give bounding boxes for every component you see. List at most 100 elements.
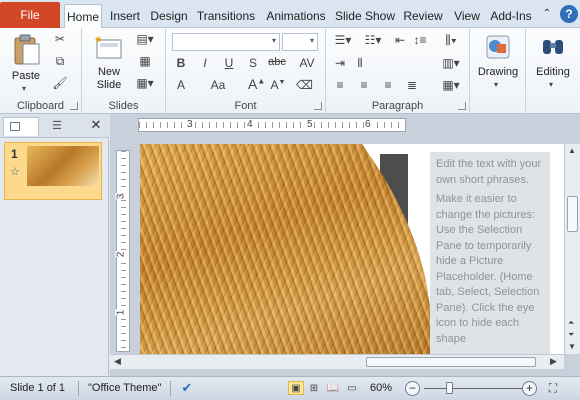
grow-font-icon[interactable]: A▲ [248,76,265,92]
clipboard-group-label: Clipboard [16,100,65,112]
tab-animations[interactable]: Animations [262,4,330,28]
paste-label: Paste [11,70,41,82]
zoom-slider-thumb[interactable] [446,382,453,394]
shadow-button[interactable]: S [246,56,260,70]
scroll-left-icon[interactable]: ◀ [114,356,121,367]
tab-file[interactable]: File [0,2,60,28]
horizontal-scrollbar[interactable]: ◀ ▶ [110,354,564,369]
vertical-scrollbar[interactable]: ▲ ⏶ ⏷ ▼ [564,144,580,354]
slide-count: Slide 1 of 1 [10,382,66,394]
previous-slide-icon[interactable]: ⏶ [568,318,574,328]
theme-name[interactable]: "Office Theme" [88,382,161,394]
status-bar: Slide 1 of 1 "Office Theme" ✔ ▣ ⊞ 📖 ▭ 60… [0,376,580,400]
reset-icon[interactable]: ▦ [134,54,156,68]
increase-indent-icon[interactable]: ⇥ [332,56,348,70]
layout-icon[interactable]: ▤▾ [134,32,156,46]
columns-icon[interactable]: ⫴ [352,56,368,71]
fit-to-window-icon[interactable]: ⛶ [545,381,561,395]
zoom-out-icon[interactable]: − [405,381,420,396]
tab-outline[interactable]: ☰ [42,117,78,136]
justify-icon[interactable]: ≣ [404,78,420,92]
decrease-indent-icon[interactable]: ⇤ [392,33,408,47]
close-icon[interactable]: ✕ [88,117,104,133]
horizontal-scroll-thumb[interactable] [366,357,536,367]
clear-formatting-icon[interactable]: ⌫ [296,78,313,92]
bullets-icon[interactable]: ☰▾ [332,33,354,47]
format-painter-icon[interactable]: 🖌 [52,76,68,90]
vertical-ruler: 3 2 1 [115,150,130,352]
font-name-dropdown[interactable]: ▾ [172,33,280,51]
dialog-launcher-icon[interactable] [314,102,322,110]
strikethrough-button[interactable]: abc [266,56,288,68]
editing-label: Editing [536,66,570,78]
change-case-button[interactable]: Aa [206,78,230,92]
paste-button[interactable]: Paste ▾ [6,32,46,93]
drawing-group[interactable]: Drawing ▾ [470,28,526,114]
reading-view-icon[interactable]: 📖 [325,381,341,395]
next-slide-icon[interactable]: ⏷ [568,330,574,340]
minimize-ribbon-icon[interactable]: ⌃ [540,8,554,22]
char-spacing-icon[interactable]: AV [296,56,318,70]
align-text-icon[interactable]: ▥▾ [440,56,462,70]
new-slide-label-1: New [97,66,120,78]
dialog-launcher-icon[interactable] [70,102,78,110]
font-group-label: Font [234,100,257,112]
chevron-down-icon: ▾ [271,36,276,45]
text-direction-icon[interactable]: ⫼▾ [440,33,462,48]
line-spacing-icon[interactable]: ↕≡ [412,33,428,47]
text-color-button[interactable]: A [174,78,188,92]
slides-group: ✷ New Slide ▤▾ ▦ ▦▾ Slides [82,28,166,114]
shrink-font-icon[interactable]: A▼ [270,78,286,92]
zoom-slider-track[interactable] [424,388,522,389]
scroll-up-icon[interactable]: ▲ [568,146,576,155]
align-center-icon[interactable]: ≡ [356,78,372,92]
font-size-dropdown[interactable]: ▾ [282,33,318,51]
dialog-launcher-icon[interactable] [458,102,466,110]
ruler-mark: 6 [365,119,371,130]
new-slide-button[interactable]: ✷ New Slide [88,32,130,94]
copy-icon[interactable]: ⧉ [52,54,68,69]
normal-view-icon[interactable]: ▣ [288,381,304,395]
editing-group[interactable]: Editing ▾ [526,28,580,114]
scroll-down-icon[interactable]: ▼ [568,342,576,351]
align-right-icon[interactable]: ≡ [380,78,396,92]
slide-thumbnail[interactable]: 1 ☆ [4,142,102,200]
tab-slides[interactable] [3,117,39,136]
tab-insert[interactable]: Insert [106,4,144,28]
clipboard-group: Paste ▾ ✂ ⧉ 🖌 Clipboard [0,28,82,114]
italic-button[interactable]: I [198,56,212,70]
drawing-label: Drawing [477,66,519,78]
zoom-level[interactable]: 60% [370,382,392,394]
slide-show-icon[interactable]: ▭ [344,381,360,395]
help-icon[interactable]: ? [560,5,578,23]
font-group: ▾ ▾ B I U S abc AV A Aa A▲ A▼ ⌫ Font [166,28,326,114]
slide-sorter-icon[interactable]: ⊞ [306,381,322,395]
spell-check-icon[interactable]: ✔ [178,380,196,396]
slide-text-paragraph: Make it easier to change the pictures: U… [436,193,540,345]
slide-text-box[interactable]: Edit the text with your own short phrase… [430,152,550,354]
ruler-mark: 1 [115,309,127,316]
tab-review[interactable]: Review [400,4,446,28]
scroll-right-icon[interactable]: ▶ [550,356,557,367]
vertical-scroll-thumb[interactable] [567,196,578,232]
tab-slide-show[interactable]: Slide Show [334,4,396,28]
divider [78,381,79,396]
underline-button[interactable]: U [222,56,236,70]
tab-add-ins[interactable]: Add-Ins [488,4,534,28]
align-left-icon[interactable]: ≡ [332,78,348,92]
tab-home[interactable]: Home [64,4,102,29]
thumbnail-image [27,146,99,186]
tab-view[interactable]: View [450,4,484,28]
cut-icon[interactable]: ✂ [52,32,68,46]
tab-transitions[interactable]: Transitions [194,4,258,28]
bold-button[interactable]: B [174,56,188,70]
slides-pane: ☰ ✕ 1 ☆ [0,114,109,376]
slide-canvas[interactable]: Edit the text with your own short phrase… [140,144,572,354]
section-icon[interactable]: ▦▾ [134,76,156,90]
smartart-icon[interactable]: ▦▾ [440,78,462,92]
ruler-mark: 4 [247,119,253,130]
zoom-in-icon[interactable]: + [522,381,537,396]
chevron-down-icon: ▾ [494,80,499,89]
numbering-icon[interactable]: ☷▾ [362,33,384,47]
tab-design[interactable]: Design [148,4,190,28]
